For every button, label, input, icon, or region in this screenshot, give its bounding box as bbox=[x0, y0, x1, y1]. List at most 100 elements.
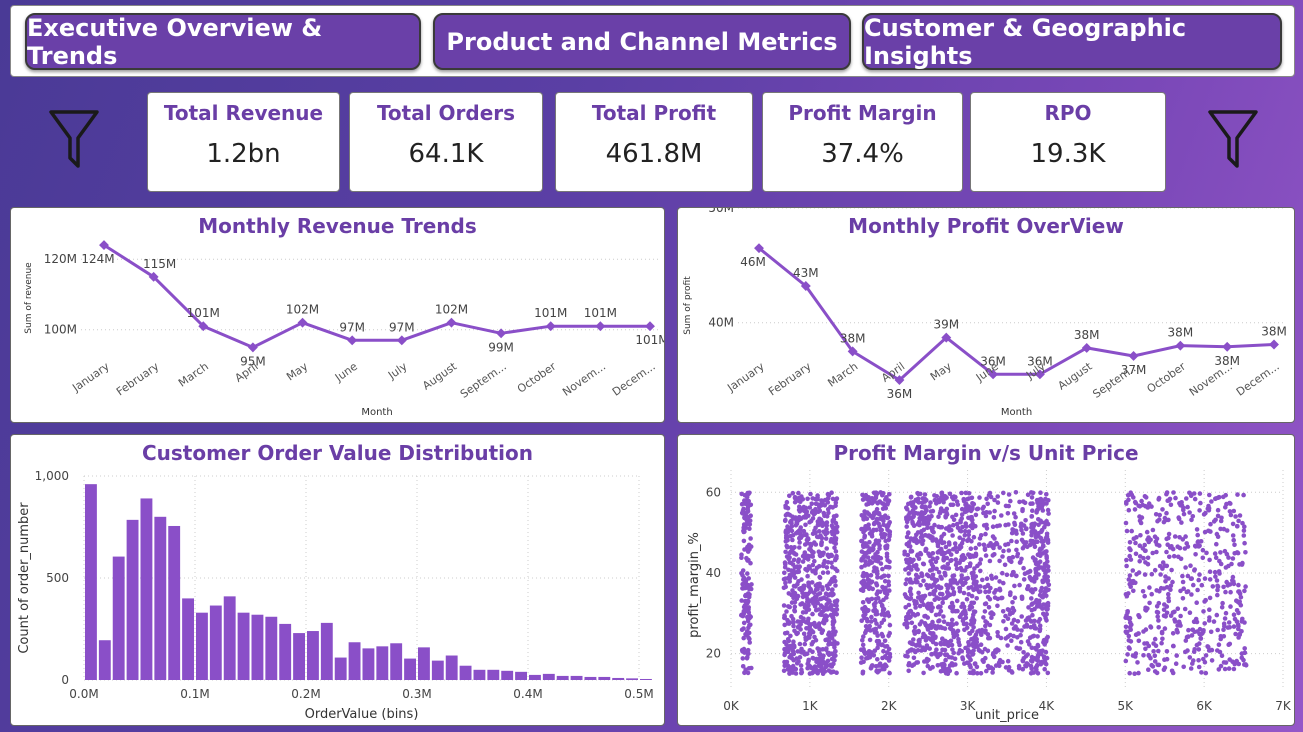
scatter-point bbox=[1034, 598, 1040, 604]
scatter-point bbox=[1035, 655, 1041, 660]
scatter-point bbox=[832, 539, 837, 544]
scatter-point bbox=[1034, 575, 1039, 581]
scatter-point bbox=[1230, 556, 1236, 561]
x-tick-label: October bbox=[515, 360, 559, 396]
scatter-point bbox=[1239, 619, 1245, 624]
scatter-point bbox=[792, 551, 797, 556]
scatter-point bbox=[782, 570, 787, 576]
scatter-point bbox=[922, 614, 927, 619]
scatter-point bbox=[1035, 642, 1041, 648]
scatter-point bbox=[918, 582, 923, 588]
scatter-point bbox=[740, 664, 746, 669]
histogram-bar bbox=[390, 643, 403, 680]
scatter-point bbox=[962, 532, 968, 538]
data-point bbox=[347, 335, 358, 346]
x-axis-label: unit_price bbox=[975, 708, 1039, 723]
scatter-point bbox=[963, 615, 969, 621]
scatter-point bbox=[964, 597, 970, 602]
scatter-point bbox=[1231, 537, 1236, 543]
scatter-point bbox=[1014, 539, 1019, 544]
scatter-point bbox=[1159, 629, 1165, 635]
histogram-bar bbox=[362, 648, 375, 680]
scatter-point bbox=[912, 624, 918, 630]
scatter-point bbox=[952, 656, 958, 662]
histogram-bar bbox=[237, 612, 250, 680]
x-tick-label: January bbox=[724, 360, 767, 395]
scatter-point bbox=[1042, 666, 1047, 672]
scatter-point bbox=[974, 640, 980, 645]
scatter-point bbox=[966, 585, 971, 591]
filter-funnel-icon[interactable] bbox=[48, 108, 100, 170]
x-tick-label: 3K bbox=[960, 699, 977, 713]
scatter-point bbox=[863, 553, 868, 559]
scatter-point bbox=[809, 501, 815, 506]
scatter-point bbox=[874, 554, 879, 560]
monthly-revenue-line-chart[interactable]: 100M 120M Sum of revenue Month 124M January 11… bbox=[11, 208, 664, 422]
scatter-point bbox=[1209, 658, 1215, 663]
scatter-point bbox=[874, 518, 879, 524]
scatter-point bbox=[1191, 491, 1197, 496]
tab-executive-overview[interactable]: Executive Overview & Trends bbox=[25, 13, 421, 70]
scatter-point bbox=[820, 521, 826, 526]
scatter-point bbox=[926, 601, 931, 607]
scatter-point bbox=[1033, 566, 1038, 572]
scatter-point bbox=[1045, 600, 1051, 606]
scatter-point bbox=[861, 526, 866, 532]
scatter-point bbox=[861, 613, 866, 619]
scatter-point bbox=[1129, 528, 1134, 534]
scatter-point bbox=[1029, 596, 1034, 601]
order-value-histogram[interactable]: 0 500 1,000 0.0M 0.1M 0.2M 0.3M 0.4M 0.5M Count o… bbox=[11, 435, 664, 725]
scatter-point bbox=[742, 498, 747, 503]
tab-customer-geographic-insights[interactable]: Customer & Geographic Insights bbox=[862, 13, 1282, 70]
scatter-point bbox=[1142, 593, 1147, 599]
scatter-point bbox=[1032, 606, 1037, 612]
scatter-point bbox=[1038, 535, 1044, 541]
kpi-card-total-orders: Total Orders 64.1K bbox=[349, 92, 543, 192]
monthly-profit-line-chart[interactable]: 40M 50M Sum of profit Month 46M January 43M Feb… bbox=[678, 208, 1294, 422]
scatter-point bbox=[1192, 629, 1197, 635]
scatter-point bbox=[960, 553, 966, 558]
y-tick-label: 20 bbox=[706, 647, 721, 661]
scatter-point bbox=[1191, 582, 1196, 588]
scatter-point bbox=[988, 494, 994, 500]
scatter-point bbox=[967, 670, 973, 675]
scatter-point bbox=[1202, 576, 1208, 581]
x-tick-label: 0.3M bbox=[402, 687, 431, 701]
series-line bbox=[758, 246, 1275, 382]
scatter-point bbox=[987, 635, 993, 641]
scatter-point bbox=[948, 502, 954, 508]
scatter-point bbox=[1180, 573, 1185, 579]
scatter-point bbox=[1044, 531, 1050, 537]
scatter-point bbox=[955, 525, 961, 530]
scatter-point bbox=[1006, 548, 1012, 553]
scatter-point bbox=[986, 605, 992, 610]
filter-funnel-icon[interactable] bbox=[1207, 108, 1259, 170]
scatter-point bbox=[1161, 586, 1167, 591]
data-label: 101M bbox=[584, 306, 617, 320]
scatter-point bbox=[791, 657, 796, 663]
scatter-point bbox=[1223, 492, 1228, 498]
scatter-point bbox=[989, 576, 995, 581]
scatter-point bbox=[1209, 499, 1214, 504]
scatter-point bbox=[741, 576, 747, 581]
scatter-point bbox=[1021, 656, 1027, 661]
scatter-point bbox=[745, 558, 751, 563]
scatter-point bbox=[1216, 494, 1222, 500]
scatter-point bbox=[961, 498, 967, 504]
scatter-point bbox=[1215, 507, 1221, 513]
scatter-points bbox=[739, 490, 1249, 676]
histogram-bar bbox=[404, 658, 416, 680]
scatter-point bbox=[874, 506, 880, 512]
tab-product-channel-metrics[interactable]: Product and Channel Metrics bbox=[433, 13, 851, 70]
scatter-point bbox=[978, 568, 983, 574]
scatter-point bbox=[978, 584, 983, 589]
scatter-point bbox=[909, 549, 915, 554]
scatter-point bbox=[1031, 523, 1037, 529]
scatter-point bbox=[1194, 642, 1200, 648]
profit-margin-scatter-chart[interactable]: 20 40 60 0K 1K 2K 3K 4K 5K 6K 7K profit_margin_%uni… bbox=[678, 435, 1294, 725]
scatter-point bbox=[1156, 495, 1162, 501]
scatter-point bbox=[1145, 561, 1151, 567]
scatter-point bbox=[886, 633, 891, 638]
scatter-point bbox=[942, 662, 947, 668]
scatter-point bbox=[884, 524, 889, 529]
